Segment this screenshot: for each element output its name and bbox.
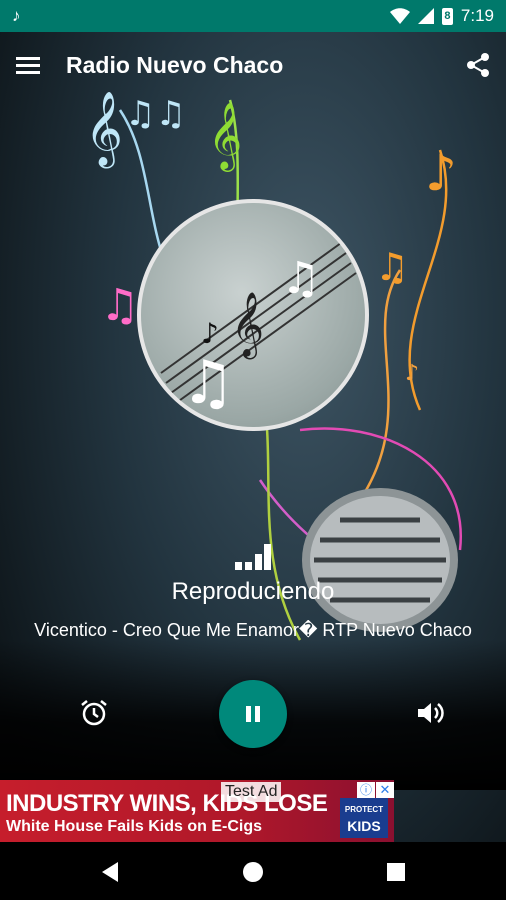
svg-text:♫♫: ♫♫ — [125, 94, 186, 134]
svg-text:♪: ♪ — [425, 144, 457, 202]
equalizer-icon — [235, 544, 271, 570]
ad-logo: PROTECT KIDS — [340, 798, 388, 838]
svg-text:𝄞: 𝄞 — [85, 92, 123, 169]
svg-text:𝄞: 𝄞 — [231, 292, 264, 359]
volume-icon — [418, 703, 444, 723]
music-staff-art: 𝄞 ♫ ♫ ♪ — [160, 242, 357, 418]
app-toolbar: Radio Nuevo Chaco — [0, 32, 506, 98]
svg-text:𝄞: 𝄞 — [208, 101, 242, 172]
svg-text:♫: ♫ — [281, 253, 320, 304]
status-bar: ♪ 8 7:19 — [0, 0, 506, 32]
ad-logo-top: PROTECT — [344, 805, 384, 814]
status-time: 7:19 — [460, 6, 494, 25]
ad-logo-bottom: KIDS — [347, 818, 381, 834]
album-art: 𝄞 ♫ ♫ ♪ — [137, 199, 369, 431]
back-icon[interactable] — [100, 861, 120, 883]
home-icon[interactable] — [242, 861, 264, 883]
system-nav-bar — [0, 842, 506, 900]
music-note-icon: ♪ — [12, 6, 21, 25]
volume-button[interactable] — [414, 697, 446, 729]
hamburger-menu-icon[interactable] — [16, 55, 40, 75]
pause-icon — [246, 706, 260, 722]
svg-text:♪: ♪ — [201, 317, 219, 350]
share-icon[interactable] — [466, 52, 490, 78]
recents-icon[interactable] — [386, 862, 406, 882]
app-title: Radio Nuevo Chaco — [66, 51, 284, 78]
cell-signal-icon — [417, 8, 434, 24]
svg-text:♫: ♫ — [375, 245, 409, 289]
playback-state: Reproduciendo — [171, 578, 335, 605]
track-title: Vicentico - Creo Que Me Enamor� RTP Nuev… — [34, 620, 472, 640]
alarm-icon — [81, 700, 107, 726]
alarm-button[interactable] — [78, 697, 110, 729]
ad-banner[interactable]: INDUSTRY WINS, KIDS LOSE White House Fai… — [0, 780, 394, 842]
ad-info-icon[interactable]: ⓘ — [357, 782, 375, 798]
ad-subline: White House Fails Kids on E-Cigs — [6, 818, 263, 835]
svg-text:♪: ♪ — [405, 361, 419, 386]
test-ad-label: Test Ad — [221, 782, 282, 802]
pause-button[interactable] — [219, 680, 287, 748]
player-controls — [0, 680, 506, 748]
battery-icon: 8 — [441, 7, 453, 25]
svg-text:♫: ♫ — [100, 280, 139, 331]
svg-text:♫: ♫ — [181, 348, 235, 418]
wifi-icon — [389, 8, 410, 24]
ad-close-icon[interactable]: ✕ — [376, 782, 394, 798]
